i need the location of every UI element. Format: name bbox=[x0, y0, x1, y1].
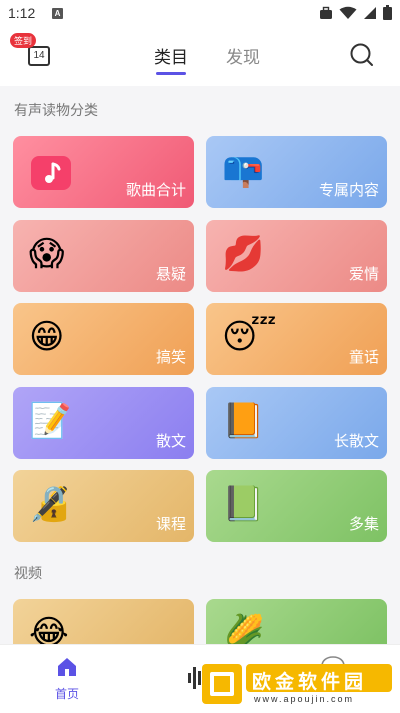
search-icon[interactable] bbox=[349, 42, 375, 68]
video-card-corn[interactable]: 🌽 bbox=[206, 599, 387, 649]
category-card-course[interactable]: 🔏 课程 bbox=[13, 470, 194, 542]
orange-book-icon: 📙 bbox=[222, 401, 265, 441]
category-label: 多集 bbox=[348, 515, 379, 533]
category-label: 长散文 bbox=[333, 432, 379, 450]
green-book-icon: 📗 bbox=[222, 484, 265, 524]
mailbox-icon: 📪 bbox=[222, 150, 265, 190]
locked-pen-icon: 🔏 bbox=[29, 484, 72, 524]
section-title-audiobooks: 有声读物分类 bbox=[14, 103, 98, 119]
category-label: 童话 bbox=[348, 348, 379, 366]
top-header: 14 签到 类目 发现 bbox=[0, 28, 400, 86]
category-label: 爱情 bbox=[348, 265, 379, 283]
battery-icon bbox=[383, 5, 392, 20]
nav-home[interactable]: 首页 bbox=[50, 655, 84, 702]
watermark-url: www.apoujin.com bbox=[254, 694, 355, 704]
tab-category[interactable]: 类目 bbox=[154, 43, 188, 68]
music-note-icon bbox=[31, 156, 71, 190]
watermark-text: 欧金软件园 bbox=[252, 671, 368, 693]
watermark: 欧金软件园 www.apoujin.com bbox=[198, 660, 396, 708]
category-card-prose[interactable]: 📝 散文 bbox=[13, 387, 194, 459]
category-card-comedy[interactable]: 😁 搞笑 bbox=[13, 303, 194, 375]
status-time: 1:12 bbox=[8, 5, 36, 21]
category-card-songs[interactable]: 歌曲合计 bbox=[13, 136, 194, 208]
signal-icon bbox=[364, 6, 376, 19]
screaming-face-icon: 😱 bbox=[29, 234, 65, 274]
briefcase-icon bbox=[320, 6, 332, 19]
wifi-icon bbox=[339, 6, 357, 19]
category-card-suspense[interactable]: 😱 悬疑 bbox=[13, 220, 194, 292]
notification-a-icon: A bbox=[52, 8, 63, 19]
sleeping-face-icon: 😴 bbox=[222, 317, 277, 357]
nav-home-label: 首页 bbox=[54, 687, 79, 701]
category-label: 歌曲合计 bbox=[125, 181, 186, 199]
memo-icon: 📝 bbox=[29, 401, 72, 441]
category-card-long-prose[interactable]: 📙 长散文 bbox=[206, 387, 387, 459]
category-card-series[interactable]: 📗 多集 bbox=[206, 470, 387, 542]
category-label: 搞笑 bbox=[155, 348, 186, 366]
category-label: 散文 bbox=[155, 432, 186, 450]
category-label: 专属内容 bbox=[318, 181, 379, 199]
kiss-mark-icon: 💋 bbox=[222, 234, 265, 274]
checkin-badge: 签到 bbox=[10, 33, 37, 48]
video-card-comedy[interactable]: 😂 bbox=[13, 599, 194, 649]
watermark-logo-icon bbox=[202, 664, 242, 704]
grinning-face-icon: 😁 bbox=[29, 317, 65, 357]
status-bar: 1:12 A bbox=[0, 0, 400, 28]
category-label: 课程 bbox=[155, 515, 186, 533]
active-tab-indicator bbox=[156, 72, 186, 75]
category-card-romance[interactable]: 💋 爱情 bbox=[206, 220, 387, 292]
home-icon bbox=[58, 658, 76, 676]
checkin-day: 14 bbox=[33, 50, 45, 61]
section-title-video: 视频 bbox=[14, 566, 42, 582]
category-card-fairytale[interactable]: 😴 童话 bbox=[206, 303, 387, 375]
checkin-button[interactable]: 14 签到 bbox=[10, 33, 54, 72]
category-label: 悬疑 bbox=[155, 265, 186, 283]
category-card-exclusive[interactable]: 📪 专属内容 bbox=[206, 136, 387, 208]
tab-discover[interactable]: 发现 bbox=[226, 43, 260, 68]
